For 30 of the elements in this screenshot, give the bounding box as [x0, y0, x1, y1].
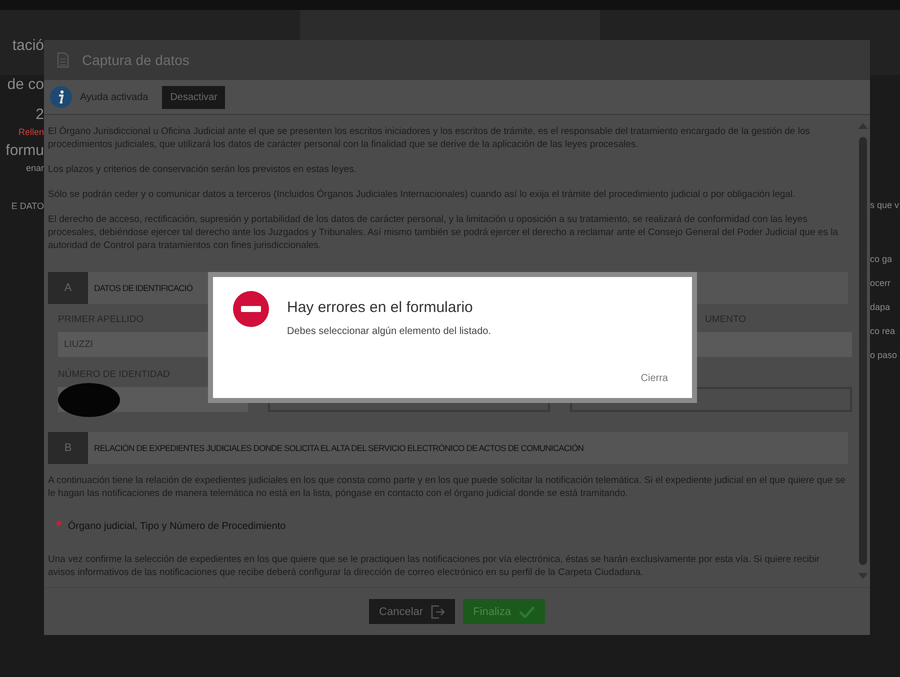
- document-icon: [56, 52, 70, 68]
- close-button[interactable]: Cierra: [636, 371, 672, 386]
- exit-icon: [431, 604, 446, 618]
- error-icon: [233, 291, 269, 327]
- info-icon: [50, 86, 72, 108]
- section-title: RELACIÓN DE EXPEDIENTES JUDICIALES DONDE SOLICITA EL ALTA DEL SERVICIO ELECTRÓNICO DE ACTOS DE COMUNICACIÓN: [93, 443, 584, 453]
- deactivate-button[interactable]: Desactivar: [162, 86, 226, 108]
- section-title: DATOS DE IDENTIFICACIÓ: [93, 283, 193, 293]
- scrollbar-thumb[interactable]: [859, 137, 867, 565]
- page-text: Rellen: [18, 128, 44, 138]
- page-text: co rea: [870, 326, 896, 336]
- page-text: ocerr: [870, 278, 892, 288]
- section-letter: A: [48, 272, 88, 304]
- error-message: Debes seleccionar algún elemento del listado.: [287, 326, 492, 337]
- page-text: enar: [26, 164, 44, 174]
- page-text: E DATO: [11, 202, 44, 212]
- page-text: 2: [36, 107, 44, 124]
- page-text: co ga: [870, 254, 894, 264]
- page-text: de co: [7, 76, 44, 93]
- required-mark: *: [56, 518, 62, 535]
- field-label: Órgano judicial, Tipo y Número de Procedimiento: [68, 521, 286, 532]
- page-text: tació: [12, 38, 44, 54]
- check-icon: [518, 606, 535, 618]
- cancel-button[interactable]: Cancelar: [369, 599, 456, 624]
- section-letter: B: [48, 432, 88, 464]
- page-text: o paso: [870, 350, 898, 360]
- page-text: formu: [6, 143, 44, 160]
- error-title: Hay errores en el formulario: [287, 299, 474, 316]
- page-text: dapa: [870, 302, 892, 312]
- page-text: s que v: [870, 200, 900, 210]
